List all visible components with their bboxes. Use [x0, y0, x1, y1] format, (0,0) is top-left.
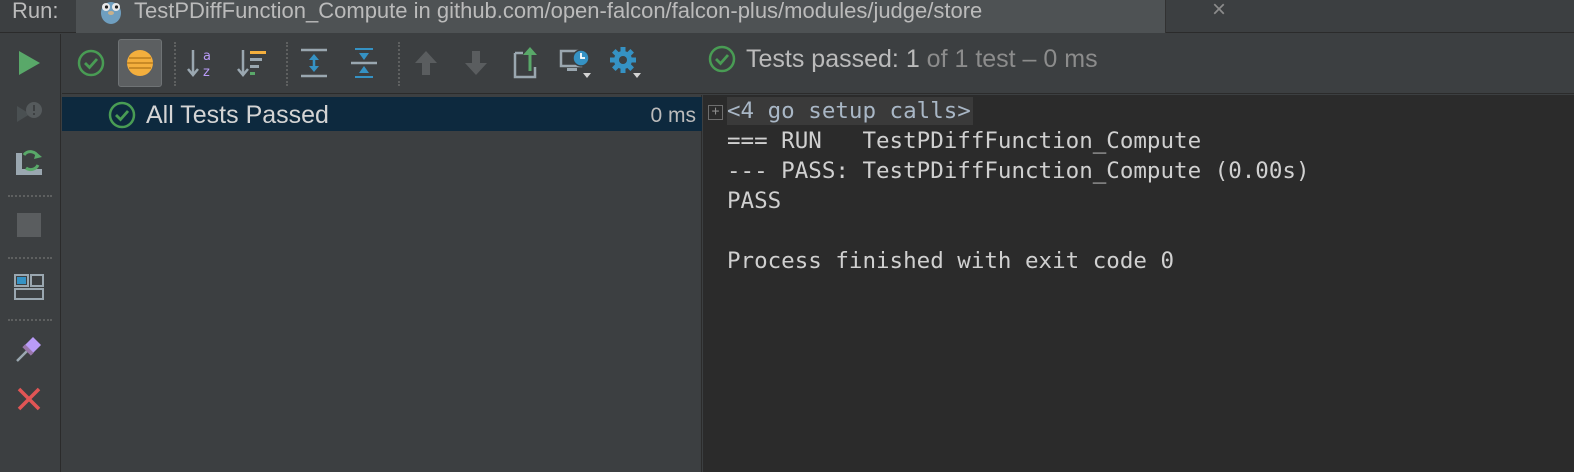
run-tab-title: TestPDiffFunction_Compute in github.com/…	[134, 0, 983, 23]
stop-icon	[17, 213, 41, 237]
previous-failed-button[interactable]	[404, 39, 448, 87]
tree-row-label: All Tests Passed	[146, 101, 329, 129]
collapse-all-button[interactable]	[342, 39, 386, 87]
stop-button[interactable]	[10, 206, 48, 244]
run-config-tab[interactable]: TestPDiffFunction_Compute in github.com/…	[76, 0, 1226, 33]
run-title-bar: Run: TestPDiffFunction_Compute in github…	[0, 0, 1574, 33]
console-line: === RUN TestPDiffFunction_Compute	[727, 128, 1202, 154]
next-failed-icon	[465, 51, 487, 75]
pin-tab-button[interactable]	[10, 330, 48, 368]
toolbar-separator	[8, 195, 52, 197]
show-passed-icon	[77, 49, 105, 77]
close-icon	[17, 387, 41, 411]
toolbar-separator	[8, 257, 52, 259]
test-tree: All Tests Passed 0 ms	[62, 95, 702, 472]
expand-all-icon	[301, 48, 327, 78]
expand-all-button[interactable]	[292, 39, 336, 87]
status-count: 1	[905, 44, 920, 73]
show-passed-button[interactable]	[69, 39, 113, 87]
toolbar-separator	[286, 42, 288, 86]
show-ignored-button[interactable]	[118, 39, 162, 87]
sort-alphabetically-icon: a z	[187, 49, 211, 79]
export-results-icon	[513, 47, 537, 79]
status-suffix: of 1 test – 0 ms	[926, 44, 1098, 73]
toolbar-separator	[398, 42, 400, 86]
next-failed-button[interactable]	[454, 39, 498, 87]
export-results-button[interactable]	[504, 39, 548, 87]
passed-icon	[708, 45, 736, 73]
restore-layout-icon	[14, 274, 44, 300]
settings-button[interactable]	[604, 39, 648, 87]
tree-row-time: 0 ms	[650, 104, 696, 127]
svg-text:z: z	[203, 65, 210, 79]
expand-fold-icon[interactable]: +	[708, 105, 723, 120]
sort-by-duration-button[interactable]	[230, 39, 274, 87]
side-toolbar	[0, 34, 61, 472]
toolbar-separator	[174, 42, 176, 86]
test-status-summary: Tests passed: 1 of 1 test – 0 ms	[708, 42, 1098, 76]
rerun-failed-icon	[17, 102, 42, 122]
passed-icon	[108, 101, 136, 129]
collapse-all-icon	[351, 48, 377, 78]
sort-by-duration-icon	[237, 50, 266, 77]
tab-close-icon[interactable]: ×	[1208, 0, 1230, 22]
console-line: --- PASS: TestPDiffFunction_Compute (0.0…	[727, 158, 1310, 184]
console-line: Process finished with exit code 0	[727, 248, 1175, 274]
toggle-auto-test-button[interactable]	[10, 144, 48, 182]
pin-tab-icon	[16, 337, 41, 362]
folded-setup-calls[interactable]: <4 go setup calls>	[727, 97, 973, 125]
restore-layout-button[interactable]	[10, 268, 48, 306]
sort-alphabetically-button[interactable]: a z	[180, 39, 224, 87]
test-history-button[interactable]	[554, 39, 598, 87]
console-output[interactable]: + <4 go setup calls> === RUN TestPDiffFu…	[703, 95, 1574, 472]
toolbar-separator	[8, 319, 52, 321]
test-history-icon	[559, 49, 591, 78]
tree-row-all-tests[interactable]: All Tests Passed 0 ms	[62, 97, 702, 131]
status-prefix: Tests passed:	[746, 44, 899, 73]
svg-text:a: a	[203, 49, 211, 64]
toggle-auto-test-icon	[16, 150, 42, 175]
close-button[interactable]	[10, 380, 48, 418]
show-ignored-icon	[127, 50, 153, 76]
gopher-icon	[101, 2, 121, 24]
settings-icon	[610, 47, 641, 78]
test-runner-toolbar: a z Tests passed: 1 of 1 test – 0 ms	[62, 34, 1574, 94]
rerun-failed-button[interactable]	[10, 94, 48, 132]
run-label: Run:	[12, 0, 59, 23]
rerun-icon	[19, 51, 40, 75]
rerun-button[interactable]	[10, 44, 48, 82]
previous-failed-icon	[415, 51, 437, 75]
console-line: PASS	[727, 188, 782, 214]
